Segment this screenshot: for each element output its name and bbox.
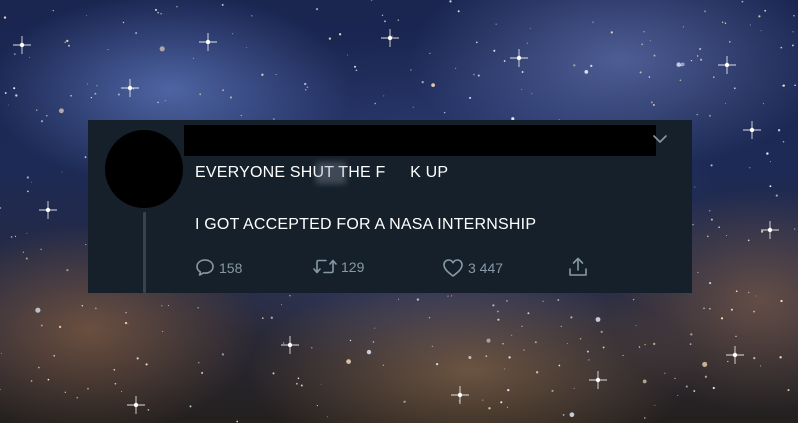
thread-line xyxy=(143,212,146,293)
censor-blur xyxy=(316,162,346,184)
share-upload-icon xyxy=(569,257,587,276)
retweet-button[interactable]: 129 xyxy=(313,258,364,275)
tweet-card[interactable]: EVERYONE SHUT THE F K UP I GOT ACCEPTED … xyxy=(88,120,692,293)
chevron-down-icon[interactable] xyxy=(652,134,668,144)
retweet-arrows-icon xyxy=(313,259,337,274)
like-button[interactable]: 3 447 xyxy=(442,258,503,278)
avatar[interactable] xyxy=(105,130,183,208)
heart-icon xyxy=(443,259,463,277)
reply-button[interactable]: 158 xyxy=(195,258,242,277)
speech-bubble-icon xyxy=(196,259,214,276)
share-button[interactable] xyxy=(567,256,593,278)
like-count: 3 447 xyxy=(468,260,504,276)
tweet-text-line-2: I GOT ACCEPTED FOR A NASA INTERNSHIP xyxy=(195,216,537,233)
retweet-count: 129 xyxy=(341,258,365,275)
username-redaction-bar xyxy=(184,125,656,156)
reply-count: 158 xyxy=(219,259,243,276)
